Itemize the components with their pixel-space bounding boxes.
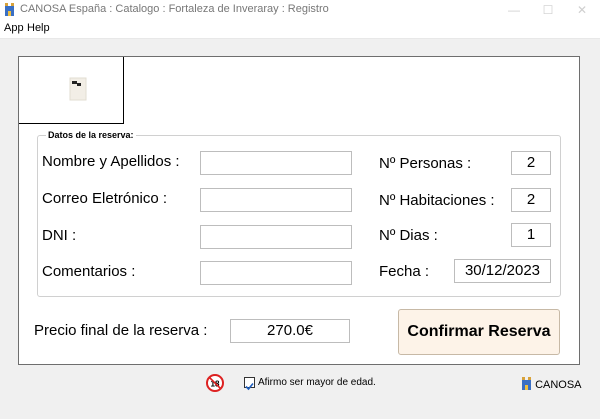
confirm-reservation-button[interactable]: Confirmar Reserva — [398, 309, 560, 355]
dni-input[interactable] — [200, 225, 352, 249]
brand: CANOSA — [521, 377, 582, 391]
habitaciones-label: Nº Habitaciones : — [379, 192, 495, 209]
email-label: Correo Eletrónico : — [42, 190, 168, 207]
personas-input[interactable]: 2 — [511, 151, 551, 175]
comments-input[interactable] — [200, 261, 352, 285]
logo-area — [19, 57, 124, 124]
title-bar: CANOSA España : Catalogo : Fortaleza de … — [0, 0, 600, 20]
menu-help[interactable]: Help — [27, 22, 50, 34]
price-value: 270.0€ — [230, 319, 350, 343]
castle-flag-icon — [5, 3, 14, 16]
name-input[interactable] — [200, 151, 352, 175]
comments-label: Comentarios : — [42, 263, 136, 280]
group-legend: Datos de la reserva: — [46, 130, 136, 140]
close-button[interactable]: ✕ — [572, 2, 592, 18]
price-label: Precio final de la reserva : — [34, 322, 208, 339]
fecha-label: Fecha : — [379, 263, 430, 280]
castle-flag-icon — [522, 377, 531, 390]
no-under-18-icon: 18 — [206, 374, 224, 392]
minimize-button[interactable]: — — [504, 2, 524, 18]
personas-label: Nº Personas : — [379, 155, 472, 172]
document-icon — [69, 77, 87, 101]
brand-label: CANOSA — [535, 379, 582, 391]
menu-bar: App Help — [0, 20, 600, 39]
dni-label: DNI : — [42, 227, 77, 244]
maximize-button[interactable]: ☐ — [538, 2, 558, 18]
menu-app[interactable]: App — [4, 22, 24, 34]
dias-input[interactable]: 1 — [511, 223, 551, 247]
reservation-group: Datos de la reserva: Nombre y Apellidos … — [37, 130, 561, 297]
name-label: Nombre y Apellidos : — [42, 153, 180, 170]
window-title: CANOSA España : Catalogo : Fortaleza de … — [20, 3, 329, 15]
email-input[interactable] — [200, 188, 352, 212]
checkmark-icon — [245, 382, 254, 391]
habitaciones-input[interactable]: 2 — [511, 188, 551, 212]
age-checkbox-label[interactable]: Afirmo ser mayor de edad. — [258, 377, 376, 388]
fecha-input[interactable]: 30/12/2023 — [454, 259, 551, 283]
main-panel: Datos de la reserva: Nombre y Apellidos … — [18, 56, 580, 365]
age-checkbox[interactable] — [244, 377, 255, 391]
dias-label: Nº Dias : — [379, 227, 438, 244]
